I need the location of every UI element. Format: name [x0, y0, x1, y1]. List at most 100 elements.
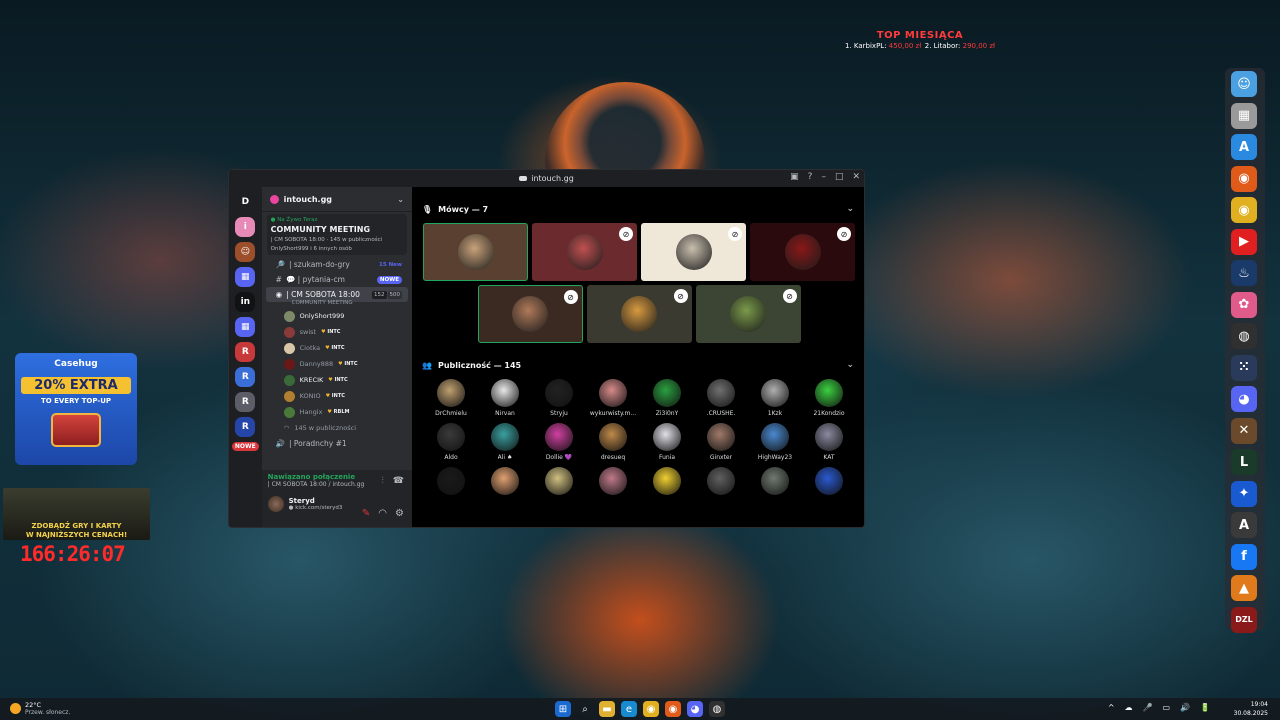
audience-member[interactable] — [694, 467, 748, 495]
taskbar-app-icon[interactable]: e — [621, 701, 637, 717]
audience-member[interactable]: DrChmielu — [424, 379, 478, 417]
audience-member[interactable] — [640, 467, 694, 495]
taskbar-app-icon[interactable]: ⌕ — [577, 701, 593, 717]
help-icon[interactable]: ? — [808, 172, 813, 182]
dock-app-icon[interactable]: ◕ — [1231, 386, 1257, 412]
speaker-tile[interactable]: ⊘ — [750, 223, 855, 281]
audience-member[interactable]: wykurwisty.m... — [586, 379, 640, 417]
dock-app-icon[interactable]: ✦ — [1231, 480, 1257, 507]
audience-member[interactable] — [478, 467, 532, 495]
speaker-tile[interactable]: ⊘ — [586, 285, 692, 343]
dock-app-icon[interactable]: ◍ — [1231, 323, 1257, 349]
minimize-button[interactable]: – — [821, 172, 826, 182]
voice-user[interactable]: swist INTC — [262, 324, 412, 340]
dock-app-icon[interactable]: A — [1231, 134, 1257, 160]
audience-member[interactable]: HighWay23 — [748, 423, 802, 461]
channel-pytania-cm[interactable]: # 💬 | pytania-cm NOWE — [266, 272, 408, 287]
dock-app-icon[interactable]: ▶ — [1231, 228, 1257, 255]
server-icon[interactable]: R — [235, 392, 256, 412]
audience-member[interactable]: Ginxter — [694, 423, 748, 461]
home-button[interactable]: D — [235, 192, 256, 212]
audience-member[interactable]: Funia — [640, 423, 694, 461]
taskbar-app-icon[interactable]: ◍ — [709, 701, 725, 717]
taskbar-app-icon[interactable]: ◕ — [687, 701, 703, 717]
speaker-tile[interactable]: ⊘ — [641, 223, 746, 281]
speaker-tile[interactable]: ⊘ — [532, 223, 637, 281]
weather-widget[interactable]: 22°C Przew. słonecz. — [10, 701, 70, 716]
voice-user[interactable]: KONIO INTC — [262, 388, 412, 404]
window-titlebar[interactable]: intouch.gg ▣ ? – □ ✕ — [229, 170, 864, 187]
audience-count-row[interactable]: ◠ 145 w publiczności — [262, 420, 412, 436]
server-icon[interactable]: ▦ — [235, 317, 256, 337]
voice-user[interactable]: Hangix RBLM — [262, 404, 412, 420]
dock-app-icon[interactable]: A — [1231, 512, 1257, 538]
audience-section-header[interactable]: 👥 Publiczność — 145 ⌄ — [420, 351, 856, 379]
audience-member[interactable] — [532, 467, 586, 495]
clock[interactable]: 19:04 30.08.2025 — [1234, 700, 1268, 718]
dock-app-icon[interactable]: ▲ — [1231, 575, 1257, 601]
audience-member[interactable]: .CRUSHE. — [694, 379, 748, 417]
taskbar-app-icon[interactable]: ◉ — [643, 701, 659, 717]
speaker-tile[interactable]: ⊘ — [695, 285, 801, 343]
server-icon[interactable]: R — [235, 417, 256, 437]
audience-member[interactable]: Ali ♠ — [478, 423, 532, 461]
dock-app-icon[interactable]: ☺ — [1231, 71, 1257, 97]
audience-member[interactable] — [748, 467, 802, 495]
speaker-tile[interactable]: ⊘ — [477, 285, 583, 343]
server-icon[interactable]: R — [235, 342, 256, 362]
close-button[interactable]: ✕ — [852, 172, 860, 182]
audience-member[interactable]: 1Kzk — [748, 379, 802, 417]
dock-app-icon[interactable]: DZL — [1231, 606, 1257, 633]
gear-icon[interactable]: ⚙ — [395, 508, 404, 519]
audience-member[interactable]: Nirvan — [478, 379, 532, 417]
tray-icon[interactable]: ☁ — [1125, 703, 1133, 712]
audience-member[interactable] — [586, 467, 640, 495]
voice-user[interactable]: Danny888 INTC — [262, 356, 412, 372]
audience-member[interactable] — [802, 467, 856, 495]
channel-poradnchy[interactable]: 🔊 | Poradnchy #1 — [266, 436, 408, 451]
server-icon[interactable]: i — [235, 217, 256, 237]
audience-member[interactable]: KAT — [802, 423, 856, 461]
tray-icon[interactable]: 🎤 — [1143, 703, 1153, 712]
audience-member[interactable] — [424, 467, 478, 495]
mic-muted-icon[interactable]: ✎ — [362, 508, 370, 519]
audience-member[interactable]: dresueq — [586, 423, 640, 461]
voice-user[interactable]: KRECIK INTC — [262, 372, 412, 388]
dock-app-icon[interactable]: ✿ — [1231, 291, 1257, 318]
dock-app-icon[interactable]: ▦ — [1231, 102, 1257, 129]
dock-app-icon[interactable]: ◉ — [1231, 197, 1257, 223]
live-event-card[interactable]: ● Na Żywo Teraz COMMUNITY MEETING | CM S… — [266, 214, 407, 255]
dock-app-icon[interactable]: ♨ — [1231, 260, 1257, 286]
maximize-button[interactable]: □ — [835, 172, 844, 182]
tray-icon[interactable]: ^ — [1108, 703, 1115, 712]
dock-app-icon[interactable]: L — [1231, 449, 1257, 475]
tray-icon[interactable]: 🔊 — [1180, 703, 1190, 712]
server-icon[interactable]: R — [235, 367, 256, 387]
dock-app-icon[interactable]: ✕ — [1231, 417, 1257, 444]
voice-user[interactable]: Ciotka INTC — [262, 340, 412, 356]
taskbar-app-icon[interactable]: ◉ — [665, 701, 681, 717]
channel-szukam-do-gry[interactable]: 🔎 | szukam-do-gry 15 New — [266, 257, 408, 272]
audience-member[interactable]: Zi3i0nY — [640, 379, 694, 417]
server-icon[interactable]: in — [235, 292, 256, 312]
audience-member[interactable]: Dollie 💜 — [532, 423, 586, 461]
taskbar-app-icon[interactable]: ▬ — [599, 701, 615, 717]
server-icon[interactable]: ▦ — [235, 267, 256, 287]
disconnect-icon[interactable]: ☎ — [393, 476, 404, 486]
voice-user[interactable]: OnlyShort999 — [262, 308, 412, 324]
soundwave-icon[interactable]: ⫶ — [382, 476, 384, 486]
taskbar-app-icon[interactable]: ⊞ — [555, 701, 571, 717]
pin-icon[interactable]: ▣ — [790, 172, 799, 182]
tray-icon[interactable]: 🔋 — [1200, 703, 1210, 712]
server-header[interactable]: intouch.gg ⌄ — [261, 187, 412, 212]
server-icon[interactable]: ☺ — [235, 242, 256, 262]
audience-member[interactable]: Aldo — [424, 423, 478, 461]
speaker-tile[interactable] — [423, 223, 528, 281]
audience-member[interactable]: Stryju — [532, 379, 586, 417]
speakers-section-header[interactable]: 🎙 Mówcy — 7 ⌄ — [420, 195, 856, 223]
tray-icon[interactable]: ▭ — [1163, 703, 1171, 712]
dock-app-icon[interactable]: ⁙ — [1231, 354, 1257, 381]
dock-app-icon[interactable]: f — [1231, 543, 1257, 570]
dock-app-icon[interactable]: ◉ — [1231, 165, 1257, 192]
headphones-icon[interactable]: ◠ — [378, 508, 387, 519]
